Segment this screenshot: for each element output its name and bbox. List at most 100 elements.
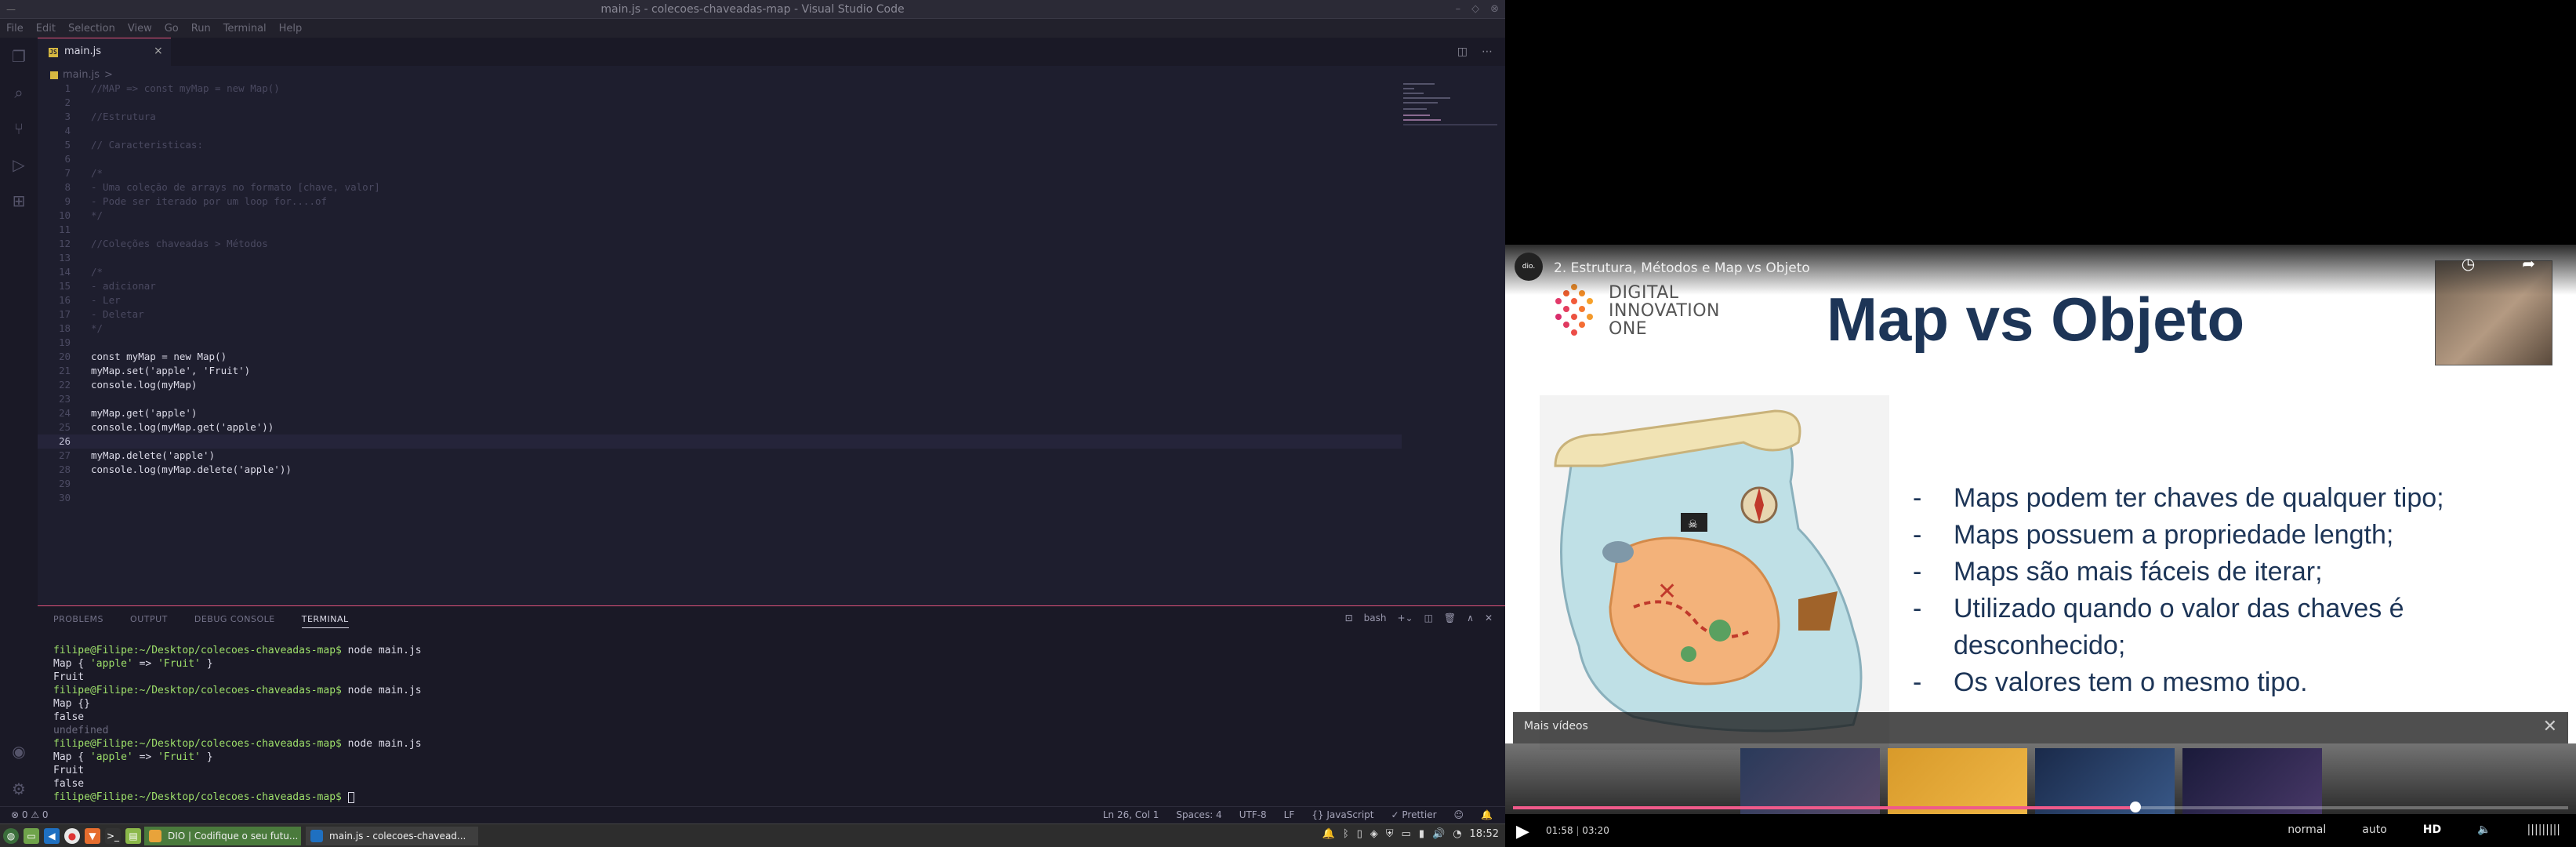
menu-help[interactable]: Help [273, 23, 309, 35]
feedback-icon[interactable]: ☺ [1454, 809, 1464, 820]
language-mode[interactable]: {} JavaScript [1312, 809, 1373, 820]
menu-go[interactable]: Go [158, 23, 185, 35]
code-line: - Ler [91, 294, 121, 306]
terminal-line: filipe@Filipe:~/Desktop/colecoes-chavead… [53, 791, 422, 804]
terminal-cursor [347, 791, 354, 803]
minimize-icon[interactable]: – [1456, 3, 1461, 15]
bell-icon[interactable]: 🔔 [1481, 809, 1493, 820]
quality-mode[interactable]: auto [2362, 823, 2387, 836]
panel-actions: ⊡ bash +⌄ ◫ 🗑 ∧ ✕ [1345, 613, 1493, 623]
taskbar-window-browser[interactable]: DIO | Codifique o seu futu... [144, 827, 301, 845]
extensions-icon[interactable]: ⊞ [9, 191, 28, 210]
prettier-status[interactable]: ✓ Prettier [1391, 809, 1437, 820]
gear-icon[interactable]: ⚙ [9, 780, 28, 798]
account-icon[interactable]: ◉ [9, 742, 28, 761]
terminal-line: Map { 'apple' => 'Fruit' } [53, 751, 422, 764]
current-time: 01:58 [1546, 825, 1573, 836]
close-more-videos-icon[interactable]: ✕ [2543, 717, 2557, 736]
explorer-icon[interactable]: ❐ [9, 47, 28, 66]
tab-terminal[interactable]: TERMINAL [301, 614, 349, 628]
minimap[interactable] [1403, 82, 1497, 129]
line-number: 1 [64, 82, 71, 94]
play-icon[interactable]: ▶ [1516, 822, 1529, 842]
volume-slider[interactable]: ||||||||| [2527, 823, 2560, 836]
close-panel-icon[interactable]: ✕ [1485, 613, 1493, 623]
line-number: 24 [58, 407, 71, 419]
run-debug-icon[interactable]: ▷ [9, 155, 28, 174]
logo-line: ONE [1609, 319, 1648, 339]
network-manager-icon[interactable]: ◈ [1370, 828, 1378, 840]
taskbar-window-vscode[interactable]: main.js - colecoes-chavead... [306, 827, 478, 845]
treasure-map-illustration: ✕ ☠ [1540, 395, 1889, 750]
menu-selection[interactable]: Selection [62, 23, 122, 35]
maximize-icon[interactable]: ◇ [1471, 3, 1479, 15]
terminal-output[interactable]: filipe@Filipe:~/Desktop/colecoes-chavead… [53, 644, 422, 804]
split-terminal-icon[interactable]: ◫ [1424, 613, 1433, 623]
menu-view[interactable]: View [122, 23, 158, 35]
video-frame[interactable]: DIGITAL INNOVATION ONE Map vs Objeto ✕ ☠… [1505, 245, 2576, 847]
video-title[interactable]: 2. Estrutura, Métodos e Map vs Objeto [1554, 260, 1810, 276]
terminal-line: Map {} [53, 698, 90, 710]
notification-icon[interactable]: 🔔 [1322, 828, 1335, 840]
new-terminal-icon[interactable]: +⌄ [1397, 613, 1413, 623]
watch-later-icon[interactable]: ◷ [2462, 254, 2475, 273]
menu-file[interactable]: File [0, 23, 30, 35]
end-of-line[interactable]: LF [1284, 809, 1295, 820]
tab-problems[interactable]: PROBLEMS [53, 614, 103, 628]
code-line: console.log(myMap) [91, 379, 198, 391]
channel-avatar[interactable]: dio. [1515, 253, 1543, 281]
quality-badge[interactable]: HD [2423, 823, 2441, 836]
line-number: 3 [64, 111, 71, 122]
menu-terminal[interactable]: Terminal [217, 23, 273, 35]
share-icon[interactable]: ➦ [2522, 254, 2535, 273]
terminal-launcher-icon[interactable]: >_ [105, 828, 121, 844]
tab-main-js[interactable]: JS main.js × [38, 38, 171, 66]
playback-speed[interactable]: normal [2288, 823, 2326, 836]
menu-edit[interactable]: Edit [30, 23, 62, 35]
line-number: 20 [58, 351, 71, 362]
split-editor-icon[interactable]: ◫ [1457, 45, 1468, 58]
vscode-launcher-icon[interactable]: ◀ [44, 828, 60, 844]
menu-run[interactable]: Run [185, 23, 217, 35]
wifi-icon[interactable]: ◔ [1453, 828, 1461, 840]
source-control-icon[interactable]: ⑂ [9, 119, 28, 138]
tab-output[interactable]: OUTPUT [130, 614, 168, 628]
line-number: 9 [64, 195, 71, 207]
close-icon[interactable]: ⊗ [1490, 3, 1499, 15]
volume-icon[interactable]: 🔊 [1432, 828, 1445, 840]
code-editor[interactable]: 1 //MAP => const myMap = new Map() 2 3 //E… [38, 82, 1402, 505]
encoding[interactable]: UTF-8 [1239, 809, 1267, 820]
search-icon[interactable]: ⌕ [9, 83, 28, 102]
maximize-panel-icon[interactable]: ∧ [1467, 613, 1474, 623]
clock[interactable]: 18:52 [1470, 828, 1499, 840]
indentation[interactable]: Spaces: 4 [1176, 809, 1221, 820]
bullet-item: - Maps podem ter chaves de qualquer tipo; [1913, 483, 2444, 513]
usb-icon[interactable]: ▮ [1419, 828, 1424, 840]
code-line: - Pode ser iterado por um loop for....of [91, 195, 328, 207]
file-manager-icon[interactable]: ▭ [24, 828, 39, 844]
terminal-line: Fruit [53, 765, 85, 776]
volume-icon[interactable]: 🔈 [2477, 823, 2491, 836]
progress-bar[interactable] [1513, 802, 2568, 812]
breadcrumb-file[interactable]: main.js [63, 69, 100, 81]
start-menu-icon[interactable]: ◍ [3, 828, 19, 844]
trash-icon[interactable]: 🗑 [1444, 613, 1456, 623]
tab-debug-console[interactable]: DEBUG CONSOLE [194, 614, 275, 628]
cursor-position[interactable]: Ln 26, Col 1 [1103, 809, 1159, 820]
terminal-shell-select[interactable]: bash [1364, 613, 1387, 623]
tab-close-icon[interactable]: × [154, 45, 163, 57]
chrome-icon[interactable]: ● [64, 828, 80, 844]
bluetooth-icon[interactable]: ᛒ [1343, 828, 1349, 840]
line-number: 14 [58, 266, 71, 278]
line-number: 15 [58, 280, 71, 292]
problems-count[interactable]: ⊗ 0 ⚠ 0 [11, 809, 49, 820]
brave-icon[interactable]: ▼ [85, 828, 100, 844]
update-icon[interactable]: ⛨ [1386, 828, 1394, 840]
more-actions-icon[interactable]: ⋯ [1482, 45, 1493, 58]
video-player[interactable]: DIGITAL INNOVATION ONE Map vs Objeto ✕ ☠… [1505, 0, 2576, 847]
terminal-text: } [200, 658, 213, 670]
display-icon[interactable]: ▭ [1402, 828, 1411, 840]
files-folder-icon[interactable]: ▤ [125, 828, 141, 844]
clipboard-icon[interactable]: ▯ [1357, 828, 1362, 840]
line-number: 10 [58, 209, 71, 221]
